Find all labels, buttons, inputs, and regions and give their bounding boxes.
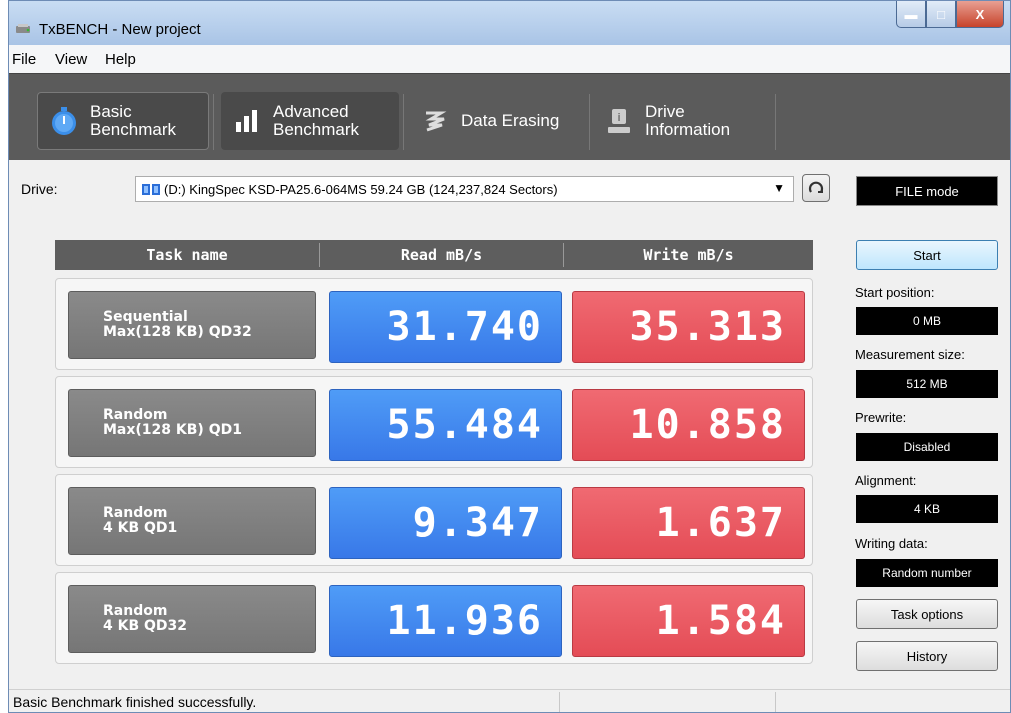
tab-advanced-line2: Benchmark [273,120,359,139]
svg-text:i: i [617,111,620,124]
prewrite-value[interactable]: Disabled [856,433,998,461]
drive-select[interactable]: (D:) KingSpec KSD-PA25.6-064MS 59.24 GB … [135,176,794,202]
header-task-name: Task name [146,246,228,264]
maximize-button[interactable]: □ [926,1,956,28]
write-result: 1.584 [572,585,805,657]
header-read: Read mB/s [400,246,483,264]
bar-chart-icon [231,105,263,137]
measurement-size-value[interactable]: 512 MB [856,370,998,398]
close-icon: X [975,6,985,22]
menu-file[interactable]: File [12,51,36,68]
start-position-value[interactable]: 0 MB [856,307,998,335]
task-name-line1: Random [103,407,168,423]
close-button[interactable]: X [956,1,1004,28]
task-options-button[interactable]: Task options [856,599,998,629]
maximize-icon: □ [937,6,945,22]
stopwatch-icon [48,105,80,137]
status-divider [559,692,560,712]
toolbar-divider [775,94,776,150]
tab-data-erasing[interactable]: Data Erasing [409,92,585,150]
refresh-button[interactable] [802,174,830,202]
task-button-sequential-qd32[interactable]: Sequential Max(128 KB) QD32 [68,291,316,359]
tab-basic-line1: Basic [90,102,132,121]
eraser-icon [419,105,451,137]
write-result: 10.858 [572,389,805,461]
measurement-size-label: Measurement size: [855,347,965,362]
window-title: TxBENCH - New project [39,21,201,38]
tab-drive-line1: Drive [645,102,685,121]
refresh-icon [808,181,824,193]
drive-select-value: (D:) KingSpec KSD-PA25.6-064MS 59.24 GB … [164,182,558,197]
task-button-random-4k-qd1[interactable]: Random 4 KB QD1 [68,487,316,555]
drive-icon [142,183,160,199]
main-toolbar: Basic Benchmark Advanced Benchmark Data Er… [9,73,1010,160]
alignment-value[interactable]: 4 KB [856,495,998,523]
status-message: Basic Benchmark finished successfully. [13,694,257,710]
write-result: 1.637 [572,487,805,559]
status-bar: Basic Benchmark finished successfully. [9,689,1010,712]
tab-advanced-label: Advanced Benchmark [273,103,359,139]
read-result: 55.484 [329,389,562,461]
title-bar: TxBENCH - New project ▬ □ X [9,1,1010,45]
status-divider [775,692,776,712]
result-row-random-4k-qd32: Random 4 KB QD32 11.936 1.584 [55,572,813,664]
dropdown-arrow-icon: ▼ [773,181,785,195]
task-name-line2: Max(128 KB) QD32 [103,324,252,340]
task-name-line2: 4 KB QD32 [103,618,188,634]
prewrite-label: Prewrite: [855,410,907,425]
task-button-random-4k-qd32[interactable]: Random 4 KB QD32 [68,585,316,653]
writing-data-label: Writing data: [855,536,928,551]
header-write: Write mB/s [643,246,734,264]
task-name-line1: Random [103,505,168,521]
task-button-random-qd1-128k[interactable]: Random Max(128 KB) QD1 [68,389,316,457]
history-button[interactable]: History [856,641,998,671]
write-result: 35.313 [572,291,805,363]
tab-drive-label: Drive Information [645,103,730,139]
menu-help[interactable]: Help [105,51,136,68]
toolbar-divider [589,94,590,150]
app-window: TxBENCH - New project ▬ □ X File View He… [8,0,1011,713]
menu-view[interactable]: View [55,51,87,68]
tab-data-erasing-label: Data Erasing [461,111,560,130]
toolbar-divider [403,94,404,150]
tab-basic-line2: Benchmark [90,120,176,139]
read-result: 9.347 [329,487,562,559]
alignment-label: Alignment: [855,473,917,488]
start-button[interactable]: Start [856,240,998,270]
tab-drive-information[interactable]: i Drive Information [593,92,773,150]
task-name-line1: Sequential [103,309,188,325]
result-row-random-qd1-128k: Random Max(128 KB) QD1 55.484 10.858 [55,376,813,468]
menu-bar: File View Help [9,45,1010,74]
toolbar-divider [213,94,214,150]
minimize-icon: ▬ [904,6,918,22]
drive-label: Drive: [21,181,58,197]
tab-basic-benchmark[interactable]: Basic Benchmark [37,92,209,150]
tab-advanced-benchmark[interactable]: Advanced Benchmark [221,92,399,150]
task-name-line1: Random [103,603,168,619]
drive-info-icon: i [603,105,635,137]
results-header: Task name Read mB/s Write mB/s [55,240,813,270]
result-row-random-4k-qd1: Random 4 KB QD1 9.347 1.637 [55,474,813,566]
writing-data-value[interactable]: Random number [856,559,998,587]
start-position-label: Start position: [855,285,935,300]
read-result: 11.936 [329,585,562,657]
task-name-line2: 4 KB QD1 [103,520,178,536]
tab-drive-line2: Information [645,120,731,139]
window-controls: ▬ □ X [896,1,1004,29]
read-result: 31.740 [329,291,562,363]
tab-advanced-line1: Advanced [273,102,349,121]
mode-indicator: FILE mode [856,176,998,206]
task-name-line2: Max(128 KB) QD1 [103,422,242,438]
app-icon [16,24,30,33]
minimize-button[interactable]: ▬ [896,1,926,28]
tab-basic-label: Basic Benchmark [90,103,176,139]
result-row-sequential-qd32: Sequential Max(128 KB) QD32 31.740 35.31… [55,278,813,370]
